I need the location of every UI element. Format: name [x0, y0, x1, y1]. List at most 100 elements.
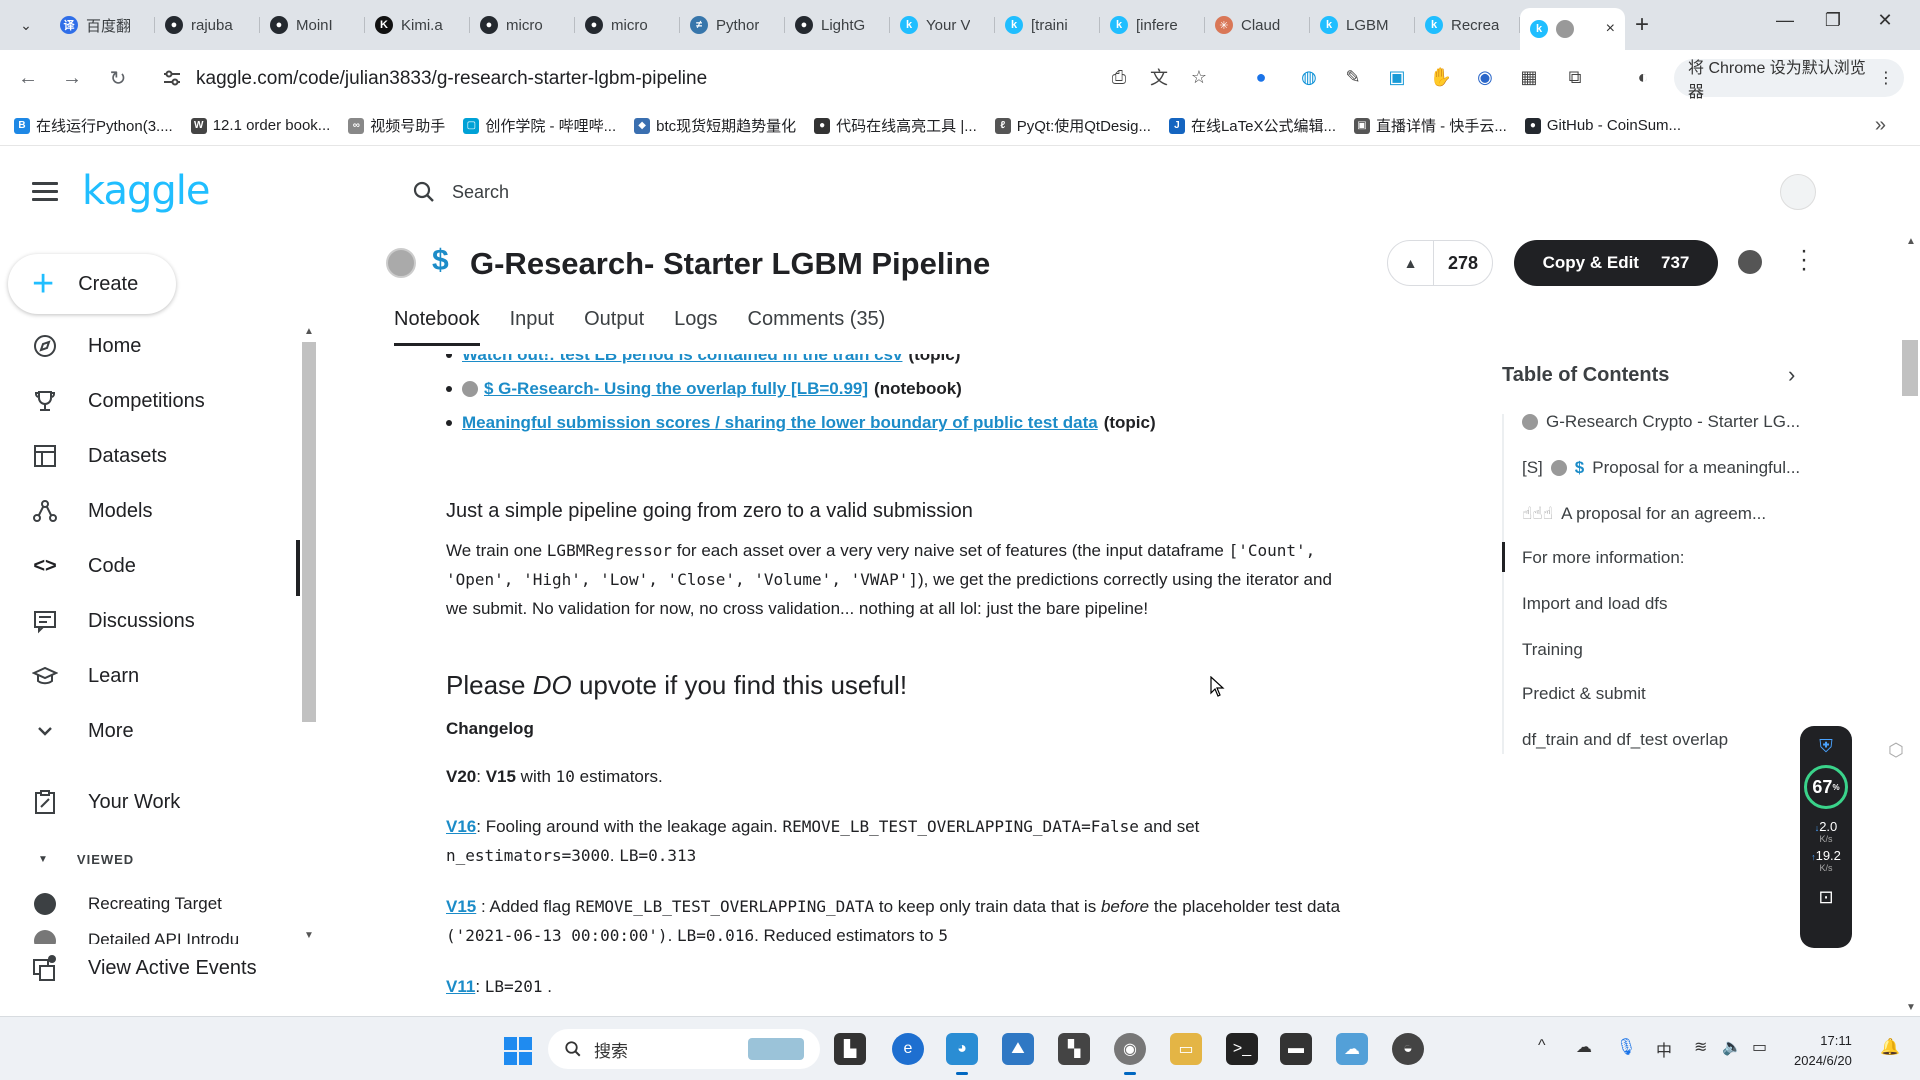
more-bookmarks-chevron-icon[interactable]: »: [1875, 114, 1886, 137]
tray-chevron-up-icon[interactable]: ^: [1538, 1037, 1546, 1055]
onedrive-cloud-icon[interactable]: ☁: [1576, 1037, 1592, 1057]
chat-app-icon[interactable]: ◕: [946, 1033, 978, 1075]
close-window-button[interactable]: ✕: [1870, 10, 1900, 31]
close-tab-icon[interactable]: ×: [1606, 20, 1615, 38]
network-speed-widget[interactable]: ⛨ 67% ↓2.0 K/s ↑19.2 K/s ⊡: [1800, 726, 1852, 948]
set-default-browser-button[interactable]: 将 Chrome 设为默认浏览器 ⋮: [1674, 59, 1904, 101]
toc-item[interactable]: [S] $ Proposal for a meaningful...: [1522, 458, 1800, 478]
notification-bell-icon[interactable]: 🔔: [1880, 1037, 1900, 1057]
browser-tab[interactable]: 译百度翻: [50, 8, 155, 42]
profile-avatar-icon[interactable]: ◐: [1630, 64, 1656, 90]
floating-cube-icon[interactable]: ⬡: [1888, 740, 1904, 761]
extension-icon[interactable]: ▦: [1516, 64, 1542, 90]
bookmark-item[interactable]: ● GitHub - CoinSum...: [1524, 115, 1681, 136]
notebook-link[interactable]: $ G-Research- Using the overlap fully [L…: [484, 379, 868, 399]
bookmark-star-icon[interactable]: ☆: [1186, 64, 1212, 90]
create-button[interactable]: + Create: [8, 254, 176, 314]
extensions-puzzle-icon[interactable]: ⧉: [1562, 64, 1588, 90]
photos-app-icon[interactable]: ⛰: [1002, 1033, 1034, 1065]
camera-icon[interactable]: ⊡: [1800, 887, 1852, 908]
forward-button[interactable]: →: [58, 64, 86, 92]
bookmark-item[interactable]: J 在线LaTeX公式编辑...: [1168, 115, 1336, 136]
topic-link[interactable]: Meaningful submission scores / sharing t…: [462, 413, 1098, 433]
browser-tab[interactable]: k Your V: [890, 8, 995, 42]
bookmark-item[interactable]: ℓ PyQt:使用QtDesig...: [994, 115, 1151, 136]
sidebar-item-code[interactable]: <> Code: [0, 542, 300, 590]
sidebar-scrollbar[interactable]: ▲ ▼: [300, 326, 318, 946]
toc-item[interactable]: Predict & submit: [1522, 684, 1646, 704]
url-text[interactable]: kaggle.com/code/julian3833/g-research-st…: [196, 68, 707, 90]
app-icon[interactable]: ▚: [1058, 1033, 1090, 1065]
chrome-browser-icon[interactable]: ◉: [1114, 1033, 1146, 1075]
viewed-item[interactable]: Recreating Target: [0, 880, 300, 928]
viewed-item[interactable]: Detailed API Introdu: [0, 922, 300, 944]
chat-extension-icon[interactable]: ▣: [1384, 64, 1410, 90]
scroll-down-icon[interactable]: ▼: [1906, 1002, 1916, 1013]
toc-item[interactable]: ☝☝☝ A proposal for an agreem...: [1522, 504, 1766, 524]
browser-tab[interactable]: k Recrea: [1415, 8, 1520, 42]
new-tab-button[interactable]: +: [1625, 8, 1659, 42]
upvote-button[interactable]: ▲: [1388, 241, 1434, 285]
browser-tab-active[interactable]: k ×: [1520, 8, 1625, 50]
sidebar-item-competitions[interactable]: Competitions: [0, 377, 300, 425]
install-app-icon[interactable]: ⎙: [1106, 64, 1132, 90]
extension-icon[interactable]: ◉: [1472, 64, 1498, 90]
search-bar[interactable]: Search: [400, 170, 920, 214]
scrollbar-thumb[interactable]: [1902, 340, 1918, 396]
battery-icon[interactable]: ▭: [1752, 1037, 1767, 1057]
tab-output[interactable]: Output: [584, 308, 644, 346]
tab-search-menu-button[interactable]: ⌄: [12, 11, 40, 39]
bookmark-item[interactable]: ▢ 创作学院 - 哔哩哔...: [463, 115, 616, 136]
sidebar-item-more[interactable]: More: [0, 707, 300, 755]
extension-icon[interactable]: ◍: [1296, 64, 1322, 90]
tab-logs[interactable]: Logs: [674, 308, 717, 346]
tab-notebook[interactable]: Notebook: [394, 308, 480, 346]
author-avatar[interactable]: [386, 248, 416, 278]
translate-icon[interactable]: 文: [1146, 64, 1172, 90]
browser-tab[interactable]: ≠ Pythor: [680, 8, 785, 42]
sidebar-item-discussions[interactable]: Discussions: [0, 597, 300, 645]
bookmark-item[interactable]: ◆ btc现货短期趋势量化: [634, 115, 796, 136]
sidebar-item-your-work[interactable]: Your Work: [0, 778, 300, 826]
pen-extension-icon[interactable]: ✎: [1340, 64, 1366, 90]
browser-tab[interactable]: k LGBM: [1310, 8, 1415, 42]
scroll-down-icon[interactable]: ▼: [304, 930, 314, 941]
input-method-indicator[interactable]: 中: [1656, 1037, 1672, 1061]
bookmark-item[interactable]: B 在线运行Python(3....: [14, 115, 173, 136]
start-button[interactable]: [504, 1037, 532, 1065]
console-app-icon[interactable]: ▬: [1280, 1033, 1312, 1065]
scroll-up-icon[interactable]: ▲: [1906, 236, 1916, 247]
version-link[interactable]: V16: [446, 817, 476, 836]
edge-browser-icon[interactable]: e: [892, 1033, 924, 1065]
version-link[interactable]: V15: [446, 897, 476, 916]
sidebar-item-learn[interactable]: Learn: [0, 652, 300, 700]
toc-item[interactable]: Training: [1522, 640, 1583, 660]
browser-tab[interactable]: ● micro: [575, 8, 680, 42]
browser-tab[interactable]: ● LightG: [785, 8, 890, 42]
toc-item[interactable]: For more information:: [1522, 548, 1685, 568]
version-link[interactable]: V11: [446, 977, 475, 996]
bookmark-item[interactable]: ▣ 直播详情 - 快手云...: [1354, 115, 1507, 136]
volume-icon[interactable]: 🔈: [1722, 1037, 1742, 1057]
system-clock[interactable]: 17:11 2024/6/20: [1794, 1031, 1852, 1071]
public-globe-icon[interactable]: [1738, 250, 1762, 274]
app-icon[interactable]: ◒: [1392, 1033, 1424, 1065]
taskbar-search[interactable]: 搜索: [548, 1029, 820, 1069]
topic-link[interactable]: Watch out!: test LB period is contained …: [462, 354, 902, 365]
copy-edit-button[interactable]: Copy & Edit 737: [1514, 240, 1718, 286]
page-scrollbar[interactable]: ▲ ▼: [1900, 236, 1920, 1016]
sidebar-item-models[interactable]: Models: [0, 487, 300, 535]
microphone-icon[interactable]: 🎙: [1616, 1037, 1636, 1057]
menu-icon[interactable]: [32, 182, 58, 202]
toc-item[interactable]: df_train and df_test overlap: [1522, 730, 1728, 750]
browser-tab[interactable]: K Kimi.a: [365, 8, 470, 42]
sidebar-item-datasets[interactable]: Datasets: [0, 432, 300, 480]
file-explorer-icon[interactable]: ▭: [1170, 1033, 1202, 1065]
user-avatar[interactable]: [1780, 174, 1816, 210]
toc-item[interactable]: Import and load dfs: [1522, 594, 1668, 614]
browser-tab[interactable]: ● MoinI: [260, 8, 365, 42]
scrollbar-thumb[interactable]: [302, 342, 316, 722]
toc-item[interactable]: G-Research Crypto - Starter LG...: [1522, 412, 1800, 432]
scroll-up-icon[interactable]: ▲: [304, 326, 314, 337]
extension-icon[interactable]: ✋: [1428, 64, 1454, 90]
